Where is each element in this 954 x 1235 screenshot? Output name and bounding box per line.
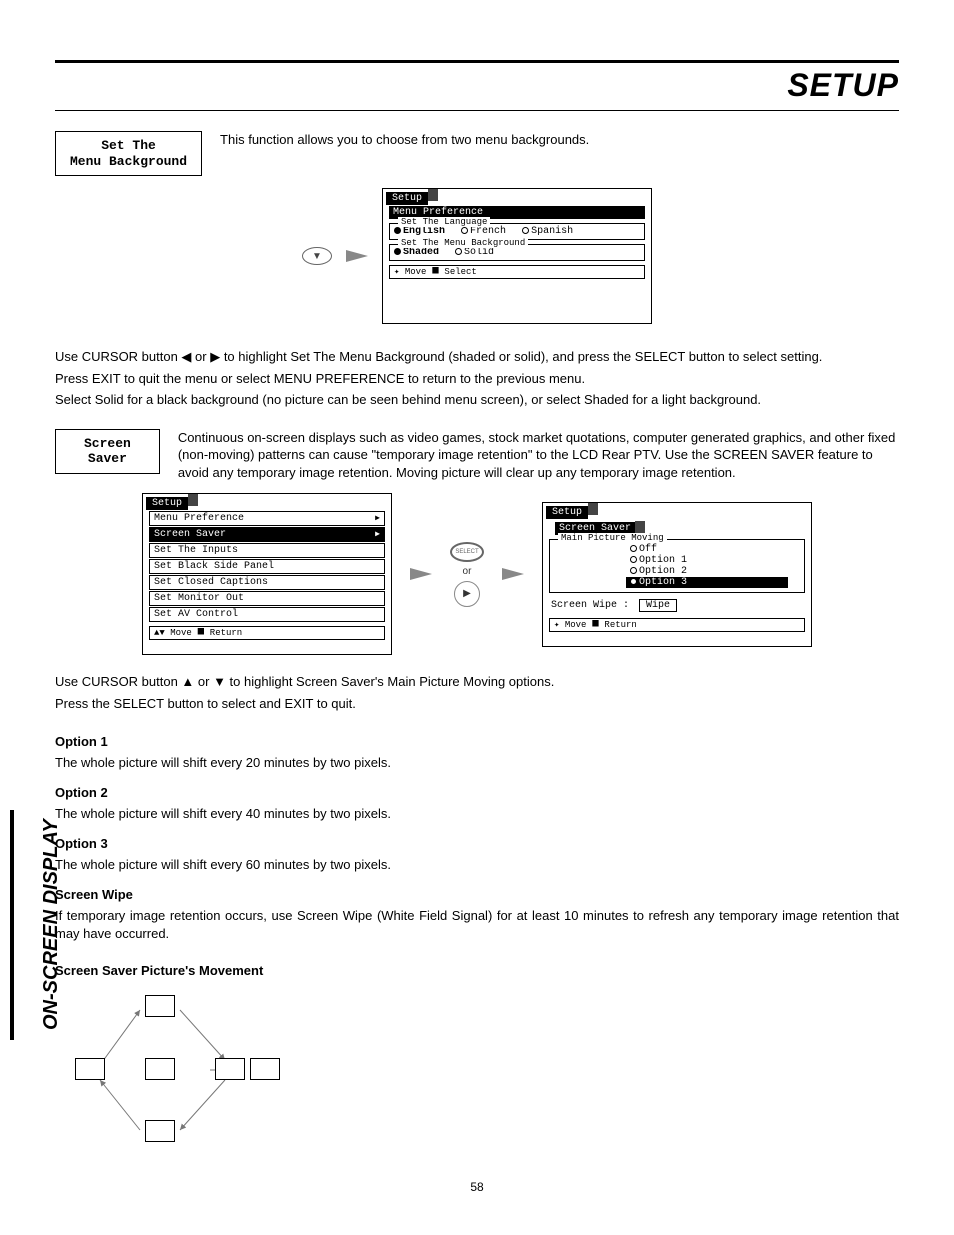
opt1-text: The whole picture will shift every 20 mi… xyxy=(55,754,899,772)
menu-item-av-control: Set AV Control xyxy=(149,607,385,622)
mpm-opt-1: Option 1 xyxy=(630,555,788,566)
tab-spacer3 xyxy=(588,503,598,515)
osd-screensaver-options: Setup Screen Saver Main Picture Moving O… xyxy=(542,502,812,647)
mv-box-top xyxy=(145,995,175,1017)
para-s2-2: Press the SELECT button to select and EX… xyxy=(55,695,899,713)
movement-diagram xyxy=(65,990,285,1150)
desc-menu-bg: This function allows you to choose from … xyxy=(220,131,899,149)
down-button-icon: ▼ xyxy=(302,247,332,265)
wipe-value-box: Wipe xyxy=(639,599,677,612)
osd-footer: ✦ Move ⯀ Select xyxy=(389,265,645,279)
top-rule xyxy=(55,60,899,63)
mv-box-right1 xyxy=(215,1058,245,1080)
mpm-opt-3: Option 3 xyxy=(626,577,788,588)
osd3-setup-tab: Setup xyxy=(546,506,588,519)
figure-screen-saver: Setup Menu Preference▶ Screen Saver▶ Set… xyxy=(55,493,899,655)
mv-box-center xyxy=(145,1058,175,1080)
para-s2-1: Use CURSOR button ▲ or ▼ to highlight Sc… xyxy=(55,673,899,691)
opt2-heading: Option 2 xyxy=(55,784,899,802)
opt3-heading: Option 3 xyxy=(55,835,899,853)
arrow-right-icon-3 xyxy=(502,568,524,580)
bg-legend: Set The Menu Background xyxy=(398,238,528,248)
lang-opt-english: English xyxy=(394,226,445,237)
menu-item-pref: Menu Preference▶ xyxy=(149,511,385,526)
osd-setup-tab: Setup xyxy=(386,192,428,205)
box-label-screen-saver: Screen Saver xyxy=(55,429,160,474)
lang-opt-spanish: Spanish xyxy=(522,226,573,237)
section-menu-background: Set The Menu Background This function al… xyxy=(55,131,899,176)
thin-rule xyxy=(55,110,899,111)
lang-opt-french: French xyxy=(461,226,506,237)
bg-opt-solid: Solid xyxy=(455,247,494,258)
wipe-text: If temporary image retention occurs, use… xyxy=(55,907,899,942)
tab-spacer4 xyxy=(635,521,645,533)
wipe-heading: Screen Wipe xyxy=(55,886,899,904)
menu-item-screensaver: Screen Saver▶ xyxy=(149,527,385,542)
desc-screen-saver: Continuous on-screen displays such as vi… xyxy=(178,429,899,482)
menu-item-black-side: Set Black Side Panel xyxy=(149,559,385,574)
side-bar xyxy=(10,810,14,1040)
tab-spacer2 xyxy=(188,494,198,506)
osd3-footer: ✦ Move ⯀ Return xyxy=(549,618,805,632)
osd-bg-group: Set The Menu Background Shaded Solid xyxy=(389,244,645,261)
select-or-cursor: SELECT or ▶ xyxy=(450,542,484,607)
mpm-legend: Main Picture Moving xyxy=(558,533,667,543)
mv-box-left xyxy=(75,1058,105,1080)
bg-opt-shaded: Shaded xyxy=(394,247,439,258)
movement-heading: Screen Saver Picture's Movement xyxy=(55,962,899,980)
osd-setup-menu: Setup Menu Preference▶ Screen Saver▶ Set… xyxy=(142,493,392,655)
opt3-text: The whole picture will shift every 60 mi… xyxy=(55,856,899,874)
tab-spacer xyxy=(428,189,438,201)
para-s1-2: Press EXIT to quit the menu or select ME… xyxy=(55,370,899,388)
arrow-right-icon xyxy=(346,250,368,262)
menu-item-cc: Set Closed Captions xyxy=(149,575,385,590)
para-s1-3: Select Solid for a black background (no … xyxy=(55,391,899,409)
box-label-menu-bg: Set The Menu Background xyxy=(55,131,202,176)
page-title: SETUP xyxy=(55,67,899,104)
page-number: 58 xyxy=(55,1180,899,1194)
osd2-footer: ▲▼ Move ⯀ Return xyxy=(149,626,385,640)
cursor-right-icon: ▶ xyxy=(454,581,480,607)
mv-box-right2 xyxy=(250,1058,280,1080)
figure-menu-background: ▼ Setup Menu Preference Set The Language… xyxy=(55,188,899,324)
or-text: or xyxy=(463,566,472,577)
section-screen-saver: Screen Saver Continuous on-screen displa… xyxy=(55,429,899,482)
mpm-opt-off: Off xyxy=(630,544,788,555)
arrow-right-icon-2 xyxy=(410,568,432,580)
menu-item-inputs: Set The Inputs xyxy=(149,543,385,558)
opt1-heading: Option 1 xyxy=(55,733,899,751)
osd-menu-preference: Setup Menu Preference Set The Language E… xyxy=(382,188,652,324)
osd-mpm-group: Main Picture Moving Off Option 1 Option … xyxy=(549,539,805,593)
lang-legend: Set The Language xyxy=(398,217,490,227)
mpm-opt-2: Option 2 xyxy=(630,566,788,577)
para-s1-1: Use CURSOR button ◀ or ▶ to highlight Se… xyxy=(55,348,899,366)
opt2-text: The whole picture will shift every 40 mi… xyxy=(55,805,899,823)
mv-box-bottom xyxy=(145,1120,175,1142)
osd2-setup-tab: Setup xyxy=(146,497,188,510)
menu-item-monitor-out: Set Monitor Out xyxy=(149,591,385,606)
screen-wipe-row: Screen Wipe : Wipe xyxy=(551,599,803,612)
select-button-icon: SELECT xyxy=(450,542,484,562)
side-label: ON-SCREEN DISPLAY xyxy=(40,819,63,1030)
